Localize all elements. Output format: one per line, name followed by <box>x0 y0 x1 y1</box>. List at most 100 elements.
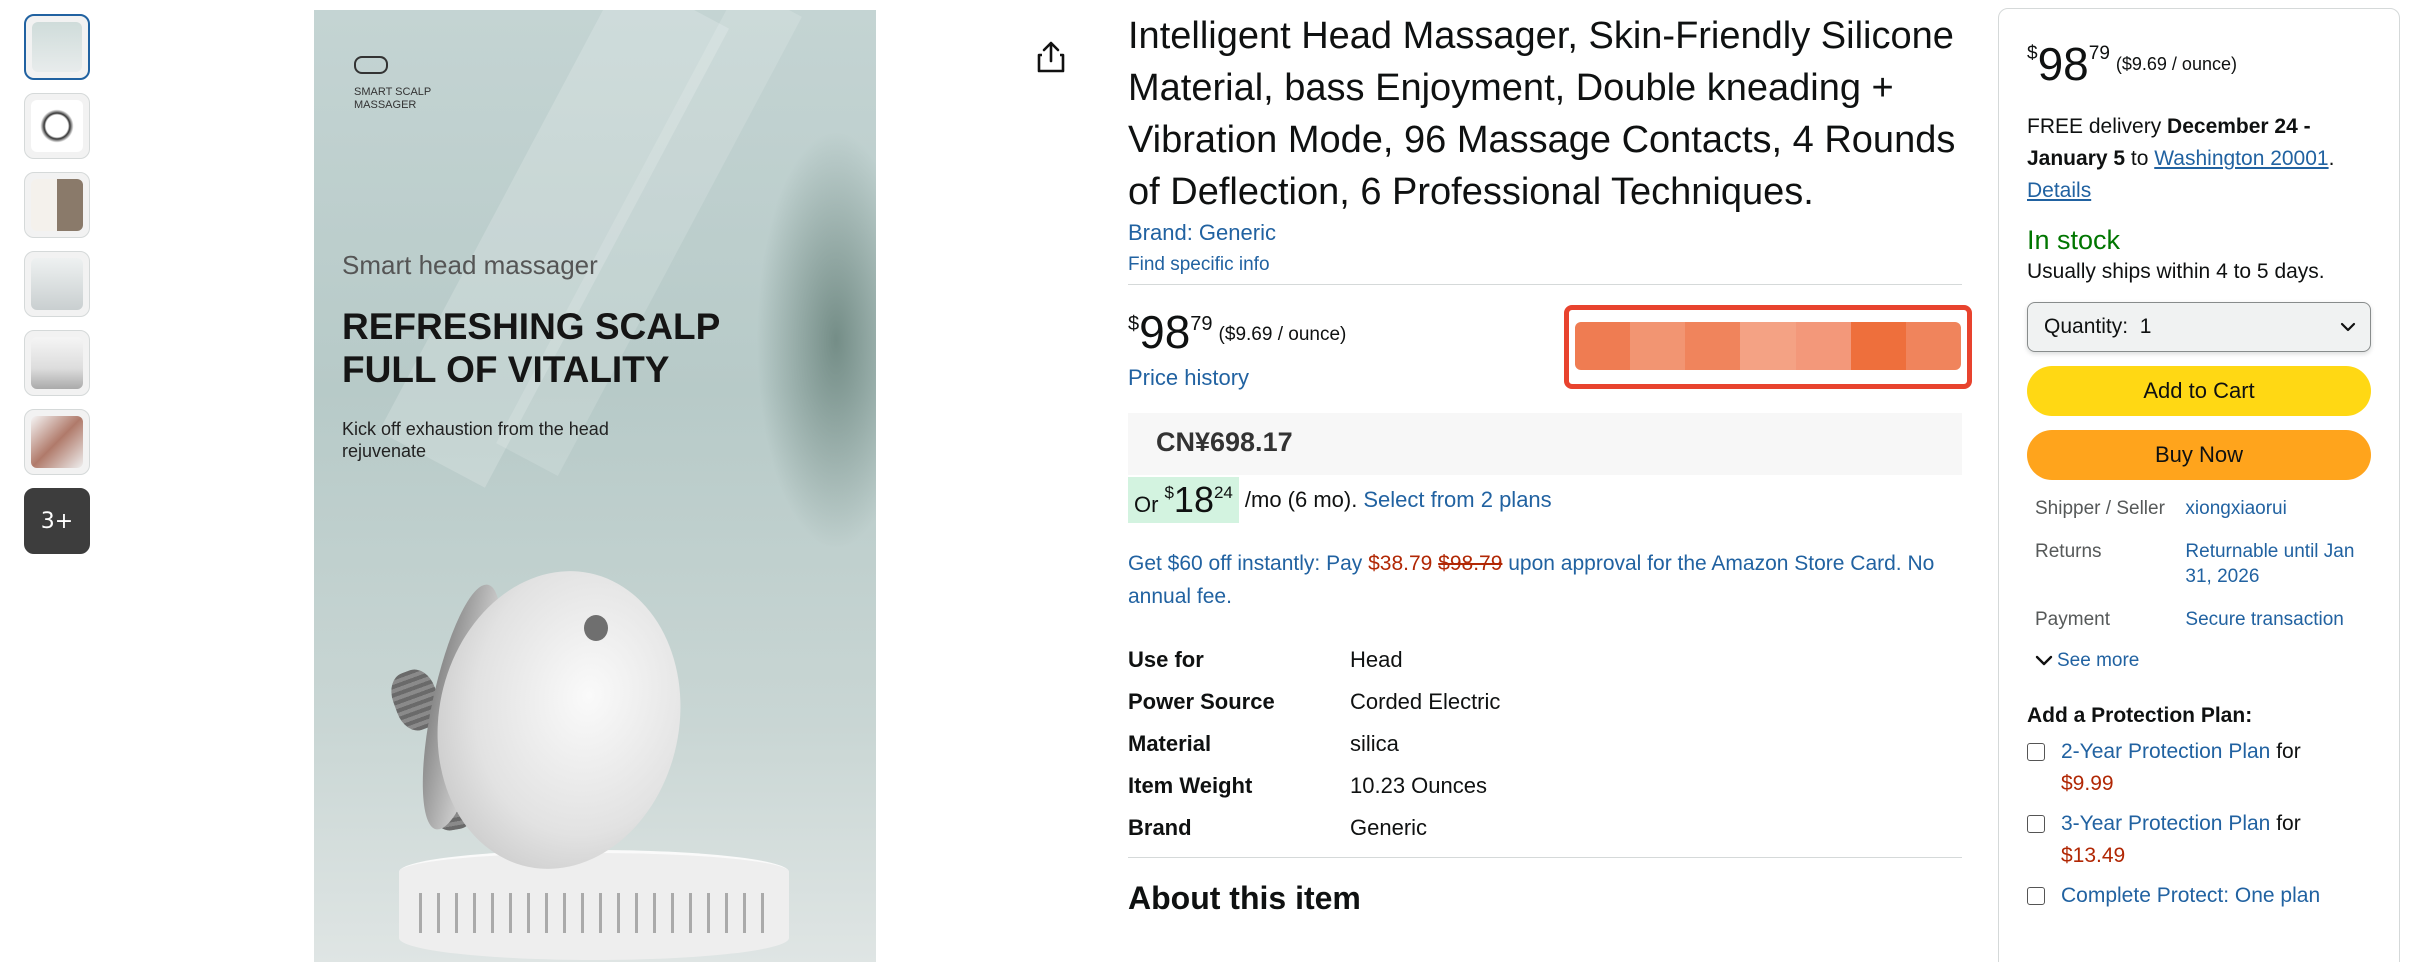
add-to-cart-button[interactable]: Add to Cart <box>2027 366 2371 416</box>
offer-new-price: $38.79 <box>1368 552 1433 575</box>
protection-plan-option: 2-Year Protection Plan for $9.99 <box>2027 736 2371 800</box>
image-subtext: Kick off exhaustion from the head rejuve… <box>342 419 609 461</box>
main-product-image[interactable]: SMART SCALP MASSAGER Smart head massager… <box>314 10 876 962</box>
spec-value: silica <box>1350 731 1399 756</box>
delivery-to: to <box>2125 147 2155 170</box>
delivery-location-link[interactable]: Washington 20001 <box>2154 147 2328 170</box>
image-headline: REFRESHING SCALP FULL OF VITALITY <box>342 306 720 390</box>
spec-table: Use for Head Power Source Corded Electric … <box>1128 639 1962 849</box>
quantity-select[interactable]: Quantity: 1 <box>2027 302 2371 352</box>
buy-now-button[interactable]: Buy Now <box>2027 430 2371 480</box>
monthly-fraction: 24 <box>1213 483 1233 502</box>
massager-logo-icon <box>354 56 388 74</box>
redacted-region <box>1564 305 1972 389</box>
massager-button <box>584 615 608 641</box>
plan-checkbox[interactable] <box>2027 887 2045 905</box>
more-images-label: 3+ <box>40 508 74 534</box>
plan-checkbox[interactable] <box>2027 743 2045 761</box>
monthly-symbol: $ <box>1164 483 1174 502</box>
thumbnail-6[interactable] <box>24 409 90 475</box>
monthly-term: /mo (6 mo). <box>1244 487 1358 512</box>
delivery-info: FREE delivery December 24 - January 5 to… <box>2027 115 2335 202</box>
price-section: $9879 ($9.69 / ounce) Price history <box>1128 305 1972 417</box>
unit-price: ($9.69 / ounce) <box>1218 324 1347 345</box>
stock-status: In stock <box>2027 225 2121 255</box>
price-whole: 98 <box>1139 306 1191 358</box>
payment-link[interactable]: Secure transaction <box>2185 607 2371 632</box>
find-info-link[interactable]: Find specific info <box>1128 254 1962 276</box>
info-row: Returns Returnable until Jan 31, 2026 <box>2035 539 2371 589</box>
thumbnail-2[interactable] <box>24 93 90 159</box>
seller-link[interactable]: xiongxiaorui <box>2185 496 2371 521</box>
offer-old-price: $98.79 <box>1438 552 1503 575</box>
plan-link[interactable]: Complete Protect: One plan <box>2061 884 2320 907</box>
price-symbol: $ <box>1128 313 1140 335</box>
massager-device <box>410 548 708 892</box>
chevron-down-icon <box>2035 655 2053 666</box>
plan-link[interactable]: 2-Year Protection Plan <box>2061 740 2270 763</box>
buy-box: $9879 ($9.69 / ounce) FREE delivery Decem… <box>1998 8 2400 962</box>
price-whole: 98 <box>2037 38 2089 90</box>
store-card-offer[interactable]: Get $60 off instantly: Pay $38.79 $98.79… <box>1128 547 1962 613</box>
price-fraction: 79 <box>2088 43 2110 64</box>
more-images-thumbnail[interactable]: 3+ <box>24 488 90 554</box>
info-row: Shipper / Seller xiongxiaorui <box>2035 496 2371 521</box>
plan-for: for <box>2270 812 2301 835</box>
offer-prefix: Get $60 off instantly: Pay <box>1128 552 1369 575</box>
chevron-down-icon <box>2340 322 2356 332</box>
thumbnail-5[interactable] <box>24 330 90 396</box>
protection-plan-title: Add a Protection Plan: <box>2027 704 2253 727</box>
share-icon[interactable] <box>1036 40 1066 74</box>
pedestal <box>399 850 789 960</box>
see-more-link[interactable]: See more <box>2035 650 2371 672</box>
select-plans-link[interactable]: Select from 2 plans <box>1363 487 1551 513</box>
about-section-title: About this item <box>1128 880 1361 916</box>
info-label: Payment <box>2035 609 2110 630</box>
spec-label: Item Weight <box>1128 773 1253 798</box>
plan-checkbox[interactable] <box>2027 815 2045 833</box>
divider <box>1128 284 1962 285</box>
protection-plan-option: 3-Year Protection Plan for $13.49 <box>2027 808 2371 872</box>
spec-row: Brand Generic <box>1128 807 1962 849</box>
plan-price: $13.49 <box>2061 844 2126 867</box>
spec-row: Use for Head <box>1128 639 1962 681</box>
spec-label: Brand <box>1128 815 1192 840</box>
spec-label: Material <box>1128 731 1212 756</box>
product-title: Intelligent Head Massager, Skin-Friendly… <box>1128 15 1956 213</box>
info-label: Returns <box>2035 541 2102 562</box>
product-price: $9879 ($9.69 / ounce) <box>1128 305 1346 359</box>
delivery-details-link[interactable]: Details <box>2027 179 2091 202</box>
or-label: Or <box>1134 492 1159 517</box>
product-details: Intelligent Head Massager, Skin-Friendly… <box>1128 10 1972 917</box>
info-row: Payment Secure transaction <box>2035 607 2371 632</box>
spec-value: Head <box>1350 647 1403 672</box>
thumbnail-1[interactable] <box>24 14 90 80</box>
spec-label: Use for <box>1128 647 1204 672</box>
spec-value: 10.23 Ounces <box>1350 773 1487 798</box>
image-brand-text: SMART SCALP MASSAGER <box>354 86 432 111</box>
monthly-payment: Or $18 24 /mo (6 mo). Select from 2 plans <box>1128 477 1962 523</box>
ships-info: Usually ships within 4 to 5 days. <box>2027 260 2325 283</box>
price-symbol: $ <box>2027 43 2038 64</box>
spec-label: Power Source <box>1128 689 1275 714</box>
info-label: Shipper / Seller <box>2035 498 2165 519</box>
unit-price: ($9.69 / ounce) <box>2115 54 2237 74</box>
delivery-prefix: FREE delivery <box>2027 115 2168 138</box>
brand-link[interactable]: Brand: Generic <box>1128 220 1962 246</box>
spec-value: Generic <box>1350 815 1428 840</box>
thumbnail-4[interactable] <box>24 251 90 317</box>
converted-price: CN¥698.17 <box>1128 413 1962 475</box>
quantity-value: 1 <box>2139 315 2152 338</box>
spec-row: Item Weight 10.23 Ounces <box>1128 765 1962 807</box>
thumbnail-3[interactable] <box>24 172 90 238</box>
plan-price: $9.99 <box>2061 772 2114 795</box>
monthly-badge: Or $18 24 <box>1128 477 1239 523</box>
plan-link[interactable]: 3-Year Protection Plan <box>2061 812 2270 835</box>
spec-row: Power Source Corded Electric <box>1128 681 1962 723</box>
seller-info: Shipper / Seller xiongxiaorui Returns Retu… <box>2027 496 2371 632</box>
returns-link[interactable]: Returnable until Jan 31, 2026 <box>2185 539 2371 589</box>
spec-value: Corded Electric <box>1350 689 1501 714</box>
price-history-link[interactable]: Price history <box>1128 365 1249 391</box>
monthly-whole: 18 <box>1173 479 1214 520</box>
see-more-label: See more <box>2057 650 2140 671</box>
